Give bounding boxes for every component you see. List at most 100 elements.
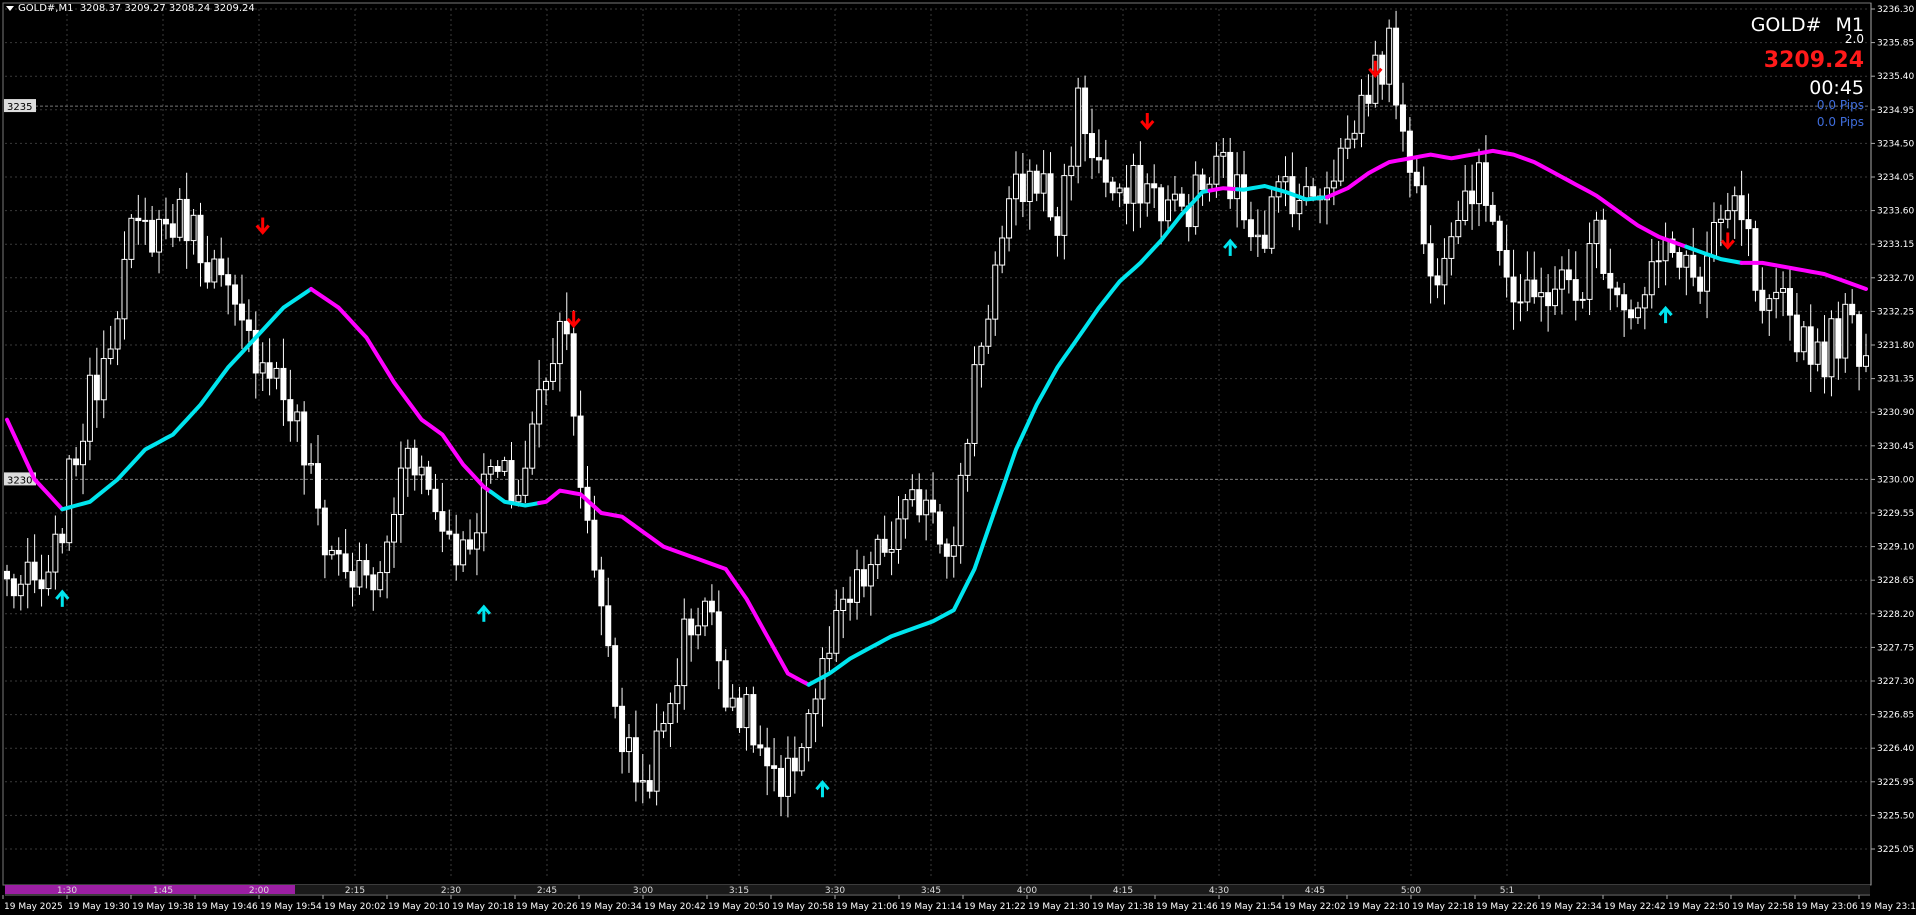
candle-body-bull <box>964 442 971 476</box>
candle-body-bull <box>86 374 93 442</box>
candle-body-bull <box>142 219 149 222</box>
price-tick-label: 3227.30 <box>1877 677 1914 687</box>
candle-body-bear <box>453 533 460 566</box>
candle-body-bear <box>1531 279 1538 298</box>
candle-body-bear <box>342 553 349 573</box>
candle-body-bull <box>701 600 708 627</box>
candle-body-bear <box>1821 341 1828 378</box>
candle-body-bear <box>162 218 169 225</box>
candle-body-bear <box>646 780 653 792</box>
candle-body-bear <box>225 274 232 286</box>
candle-body-bull <box>1704 255 1711 292</box>
ma-segment-down <box>537 488 811 687</box>
candle-body-bull <box>308 463 315 466</box>
info-bid-price: 3209.24 <box>1763 48 1864 73</box>
candle-body-bear <box>1047 173 1054 218</box>
candle-body-bull <box>902 499 909 520</box>
candle-body-bull <box>522 467 529 496</box>
candle-body-bear <box>598 569 605 607</box>
candle-body-bull <box>1814 341 1821 365</box>
candle-body-bull <box>356 560 363 588</box>
time-tick-label: 19 May 22:42 <box>1604 902 1666 912</box>
candle-body-bear <box>1261 234 1268 249</box>
time-axis[interactable]: 19 May 2025 19 May 19:30 19 May 19:38 19 Ma… <box>2 894 1916 912</box>
time-tick-label: 19 May 20:34 <box>580 902 642 912</box>
candle-body-bear <box>1227 151 1234 200</box>
candle-body-bull <box>1337 147 1344 182</box>
candle-body-bull <box>1710 221 1717 257</box>
candle-body-bull <box>1171 193 1178 201</box>
candle-body-bear <box>169 223 176 238</box>
chart-grid <box>5 8 1870 879</box>
time-tick-label: 19 May 23:06 <box>1796 902 1858 912</box>
candle-body-bull <box>1828 318 1835 378</box>
candle-body-bear <box>321 507 328 556</box>
candle-body-bear <box>715 611 722 662</box>
chart-menu-triangle-icon[interactable] <box>6 5 14 11</box>
candle-body-bull <box>397 467 404 516</box>
candle-body-bull <box>1558 269 1565 290</box>
candle-body-bear <box>736 697 743 729</box>
candle-body-bear <box>1469 190 1476 205</box>
candle-body-bull <box>1130 164 1137 204</box>
candle-body-bear <box>1835 318 1842 359</box>
candle-body-bear <box>1019 173 1026 203</box>
candle-body-bear <box>1628 309 1635 319</box>
price-tick-label: 3232.25 <box>1877 307 1914 317</box>
time-tick-label: 19 May 22:26 <box>1476 902 1538 912</box>
candle-body-bear <box>93 374 100 401</box>
candle-body-bull <box>1455 219 1462 238</box>
price-tick-label: 3225.95 <box>1877 778 1914 788</box>
time-tick-label: 19 May 22:34 <box>1540 902 1602 912</box>
symbol-timeframe: GOLD#,M1 <box>18 3 74 14</box>
price-tick-label: 3235.40 <box>1877 72 1914 82</box>
candle-body-bear <box>943 543 950 557</box>
candle-body-bull <box>1012 173 1019 200</box>
candle-body-bear <box>688 618 695 636</box>
candle-body-bull <box>1641 294 1648 309</box>
signal-arrows <box>55 60 1735 798</box>
candle-body-bull <box>515 494 522 503</box>
candle-body-bear <box>563 320 570 335</box>
arrow-down-icon <box>255 217 270 235</box>
candle-body-bull <box>639 780 646 783</box>
candle-body-bull <box>80 440 87 466</box>
candle-body-bull <box>909 489 916 501</box>
candle-body-bear <box>183 198 190 242</box>
candle-body-bear <box>771 765 778 769</box>
candle-body-bull <box>1282 176 1289 183</box>
candle-body-bear <box>1413 171 1420 187</box>
candle-body-bear <box>1158 187 1165 222</box>
price-tick-label: 3235.85 <box>1877 39 1914 49</box>
candle-body-bull <box>784 757 791 797</box>
candle-body-bull <box>1040 173 1047 194</box>
candle-body-bear <box>280 367 287 401</box>
time-tick-label: 19 May 21:54 <box>1220 902 1282 912</box>
time-tick-label: 19 May 20:10 <box>388 902 450 912</box>
candle-body-bull <box>156 218 163 253</box>
candle-body-bear <box>266 362 273 379</box>
price-level-label: 3230 <box>7 475 32 486</box>
price-chart[interactable]: 32353230 3236.303235.853235.403234.95323… <box>0 0 1916 915</box>
candle-body-bear <box>1793 314 1800 353</box>
candle-body-bear <box>757 744 764 749</box>
candle-body-bull <box>1296 200 1303 215</box>
time-tick-label: 19 May 2025 <box>4 902 63 912</box>
candle-body-bull <box>833 610 840 654</box>
price-axis[interactable]: 3236.30 3235.85 3235.40 3234.95 3234.50 3234.… <box>1870 3 1914 885</box>
candle-body-bull <box>1213 155 1220 185</box>
candle-body-bear <box>494 466 501 472</box>
candle-body-bull <box>1552 288 1559 307</box>
candle-body-bear <box>605 605 612 647</box>
candle-body-bull <box>992 264 999 320</box>
candle-body-bear <box>930 499 937 513</box>
candle-body-bull <box>674 685 681 705</box>
candle-body-bull <box>1800 326 1807 353</box>
candle-body-bull <box>1268 196 1275 249</box>
time-tick-label: 19 May 20:58 <box>772 902 834 912</box>
candle-body-bear <box>881 538 888 553</box>
candle-body-bull <box>24 561 31 585</box>
candle-body-bear <box>1399 104 1406 132</box>
candle-body-bull <box>1593 219 1600 245</box>
candle-body-bear <box>1745 219 1752 230</box>
